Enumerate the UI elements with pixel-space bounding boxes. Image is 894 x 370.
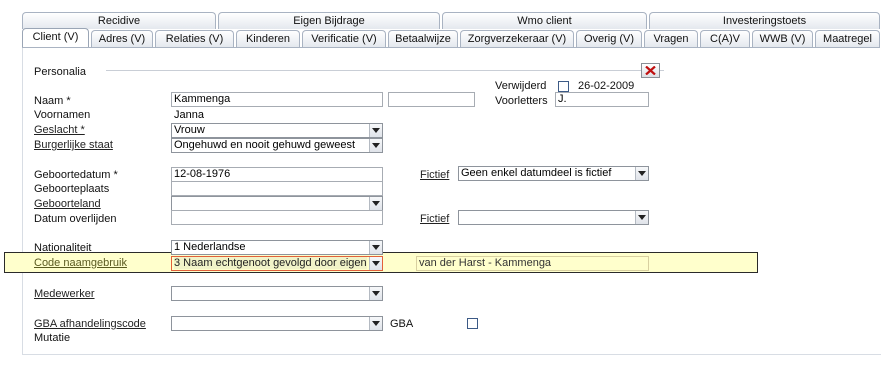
naam-input[interactable]: Kammenga [171,92,383,107]
chevron-down-icon[interactable] [369,241,382,254]
tab-maatregel[interactable]: Maatregel [815,30,880,47]
tab-kinderen[interactable]: Kinderen [236,30,300,47]
tab-wmo-client[interactable]: Wmo client [442,12,647,29]
voornamen-input[interactable]: Janna [171,108,383,123]
chevron-down-icon[interactable] [635,167,648,180]
burgerlijke-staat-label[interactable]: Burgerlijke staat [34,139,113,152]
chevron-down-icon[interactable] [369,139,382,152]
burgerlijke-staat-select[interactable]: Ongehuwd en nooit gehuwd geweest [171,138,383,153]
nationaliteit-label: Nationaliteit [34,242,92,254]
chevron-down-icon[interactable] [635,211,648,224]
geslacht-label[interactable]: Geslacht * [34,124,85,137]
geboorteplaats-input[interactable] [171,181,383,196]
geboorteland-select[interactable] [171,196,383,211]
gba-checkbox[interactable] [467,318,478,329]
chevron-down-icon[interactable] [369,197,382,210]
geboorteland-label[interactable]: Geboorteland [34,198,101,211]
tab-cav[interactable]: C(A)V [700,30,750,47]
chevron-down-icon[interactable] [369,317,382,330]
code-naamgebruik-value: 3 Naam echtgenoot gevolgd door eigen [174,257,367,269]
tab-adres[interactable]: Adres (V) [91,30,153,47]
gba-afhandelingscode-select[interactable] [171,316,383,331]
geboorteplaats-label: Geboorteplaats [34,183,110,195]
chevron-down-icon[interactable] [369,257,382,270]
fictief-select[interactable]: Geen enkel datumdeel is fictief [458,166,649,181]
tab-eigen-bijdrage[interactable]: Eigen Bijdrage [218,12,440,29]
geboortedatum-label: Geboortedatum * [34,169,118,181]
geslacht-value: Vrouw [174,124,205,136]
burgerlijke-staat-value: Ongehuwd en nooit gehuwd geweest [174,139,356,151]
fictief-overlijden-select[interactable] [458,210,649,225]
naam-label: Naam * [34,95,71,107]
mutatie-label: Mutatie [34,332,71,344]
medewerker-label[interactable]: Medewerker [34,288,95,301]
fictief-value: Geen enkel datumdeel is fictief [461,167,612,179]
gba-label: GBA [390,318,414,330]
close-x-icon [645,66,656,75]
voorletters-label: Voorletters [495,95,548,107]
code-naamgebruik-select[interactable]: 3 Naam echtgenoot gevolgd door eigen [171,256,383,271]
verwijderd-checkbox[interactable] [558,81,569,92]
medewerker-select[interactable] [171,286,383,301]
datum-overlijden-label: Datum overlijden [34,213,117,225]
section-divider [106,70,664,71]
tab-investeringstoets[interactable]: Investeringstoets [649,12,880,29]
close-button[interactable] [641,63,660,78]
tab-overig[interactable]: Overig (V) [576,30,642,47]
nationaliteit-value: 1 Nederlandse [174,241,246,253]
geslacht-select[interactable]: Vrouw [171,123,383,138]
gba-afhandelingscode-label[interactable]: GBA afhandelingscode [34,318,146,331]
tab-recidive[interactable]: Recidive [22,12,216,29]
voornamen-label: Voornamen [34,109,91,121]
fictief-label[interactable]: Fictief [420,169,449,182]
tab-verificatie[interactable]: Verificatie (V) [302,30,386,47]
fictief-overlijden-label[interactable]: Fictief [420,213,449,226]
chevron-down-icon[interactable] [369,287,382,300]
naam-extra-input[interactable] [388,92,475,107]
tab-betaalwijze[interactable]: Betaalwijze [388,30,458,47]
code-naamgebruik-label[interactable]: Code naamgebruik [34,257,127,270]
naam-result-field: van der Harst - Kammenga [416,256,649,271]
verwijderd-label: Verwijderd [495,80,547,92]
voorletters-input[interactable]: J. [555,92,649,107]
tab-zorgverzekeraar[interactable]: Zorgverzekeraar (V) [460,30,574,47]
tab-relaties[interactable]: Relaties (V) [155,30,234,47]
geboortedatum-input[interactable]: 12-08-1976 [171,167,383,182]
section-title: Personalia [34,66,86,78]
nationaliteit-select[interactable]: 1 Nederlandse [171,240,383,255]
chevron-down-icon[interactable] [369,124,382,137]
tab-wwb[interactable]: WWB (V) [752,30,813,47]
datum-overlijden-input[interactable] [171,210,383,225]
tab-vragen[interactable]: Vragen [644,30,698,47]
tab-client[interactable]: Client (V) [22,28,89,48]
